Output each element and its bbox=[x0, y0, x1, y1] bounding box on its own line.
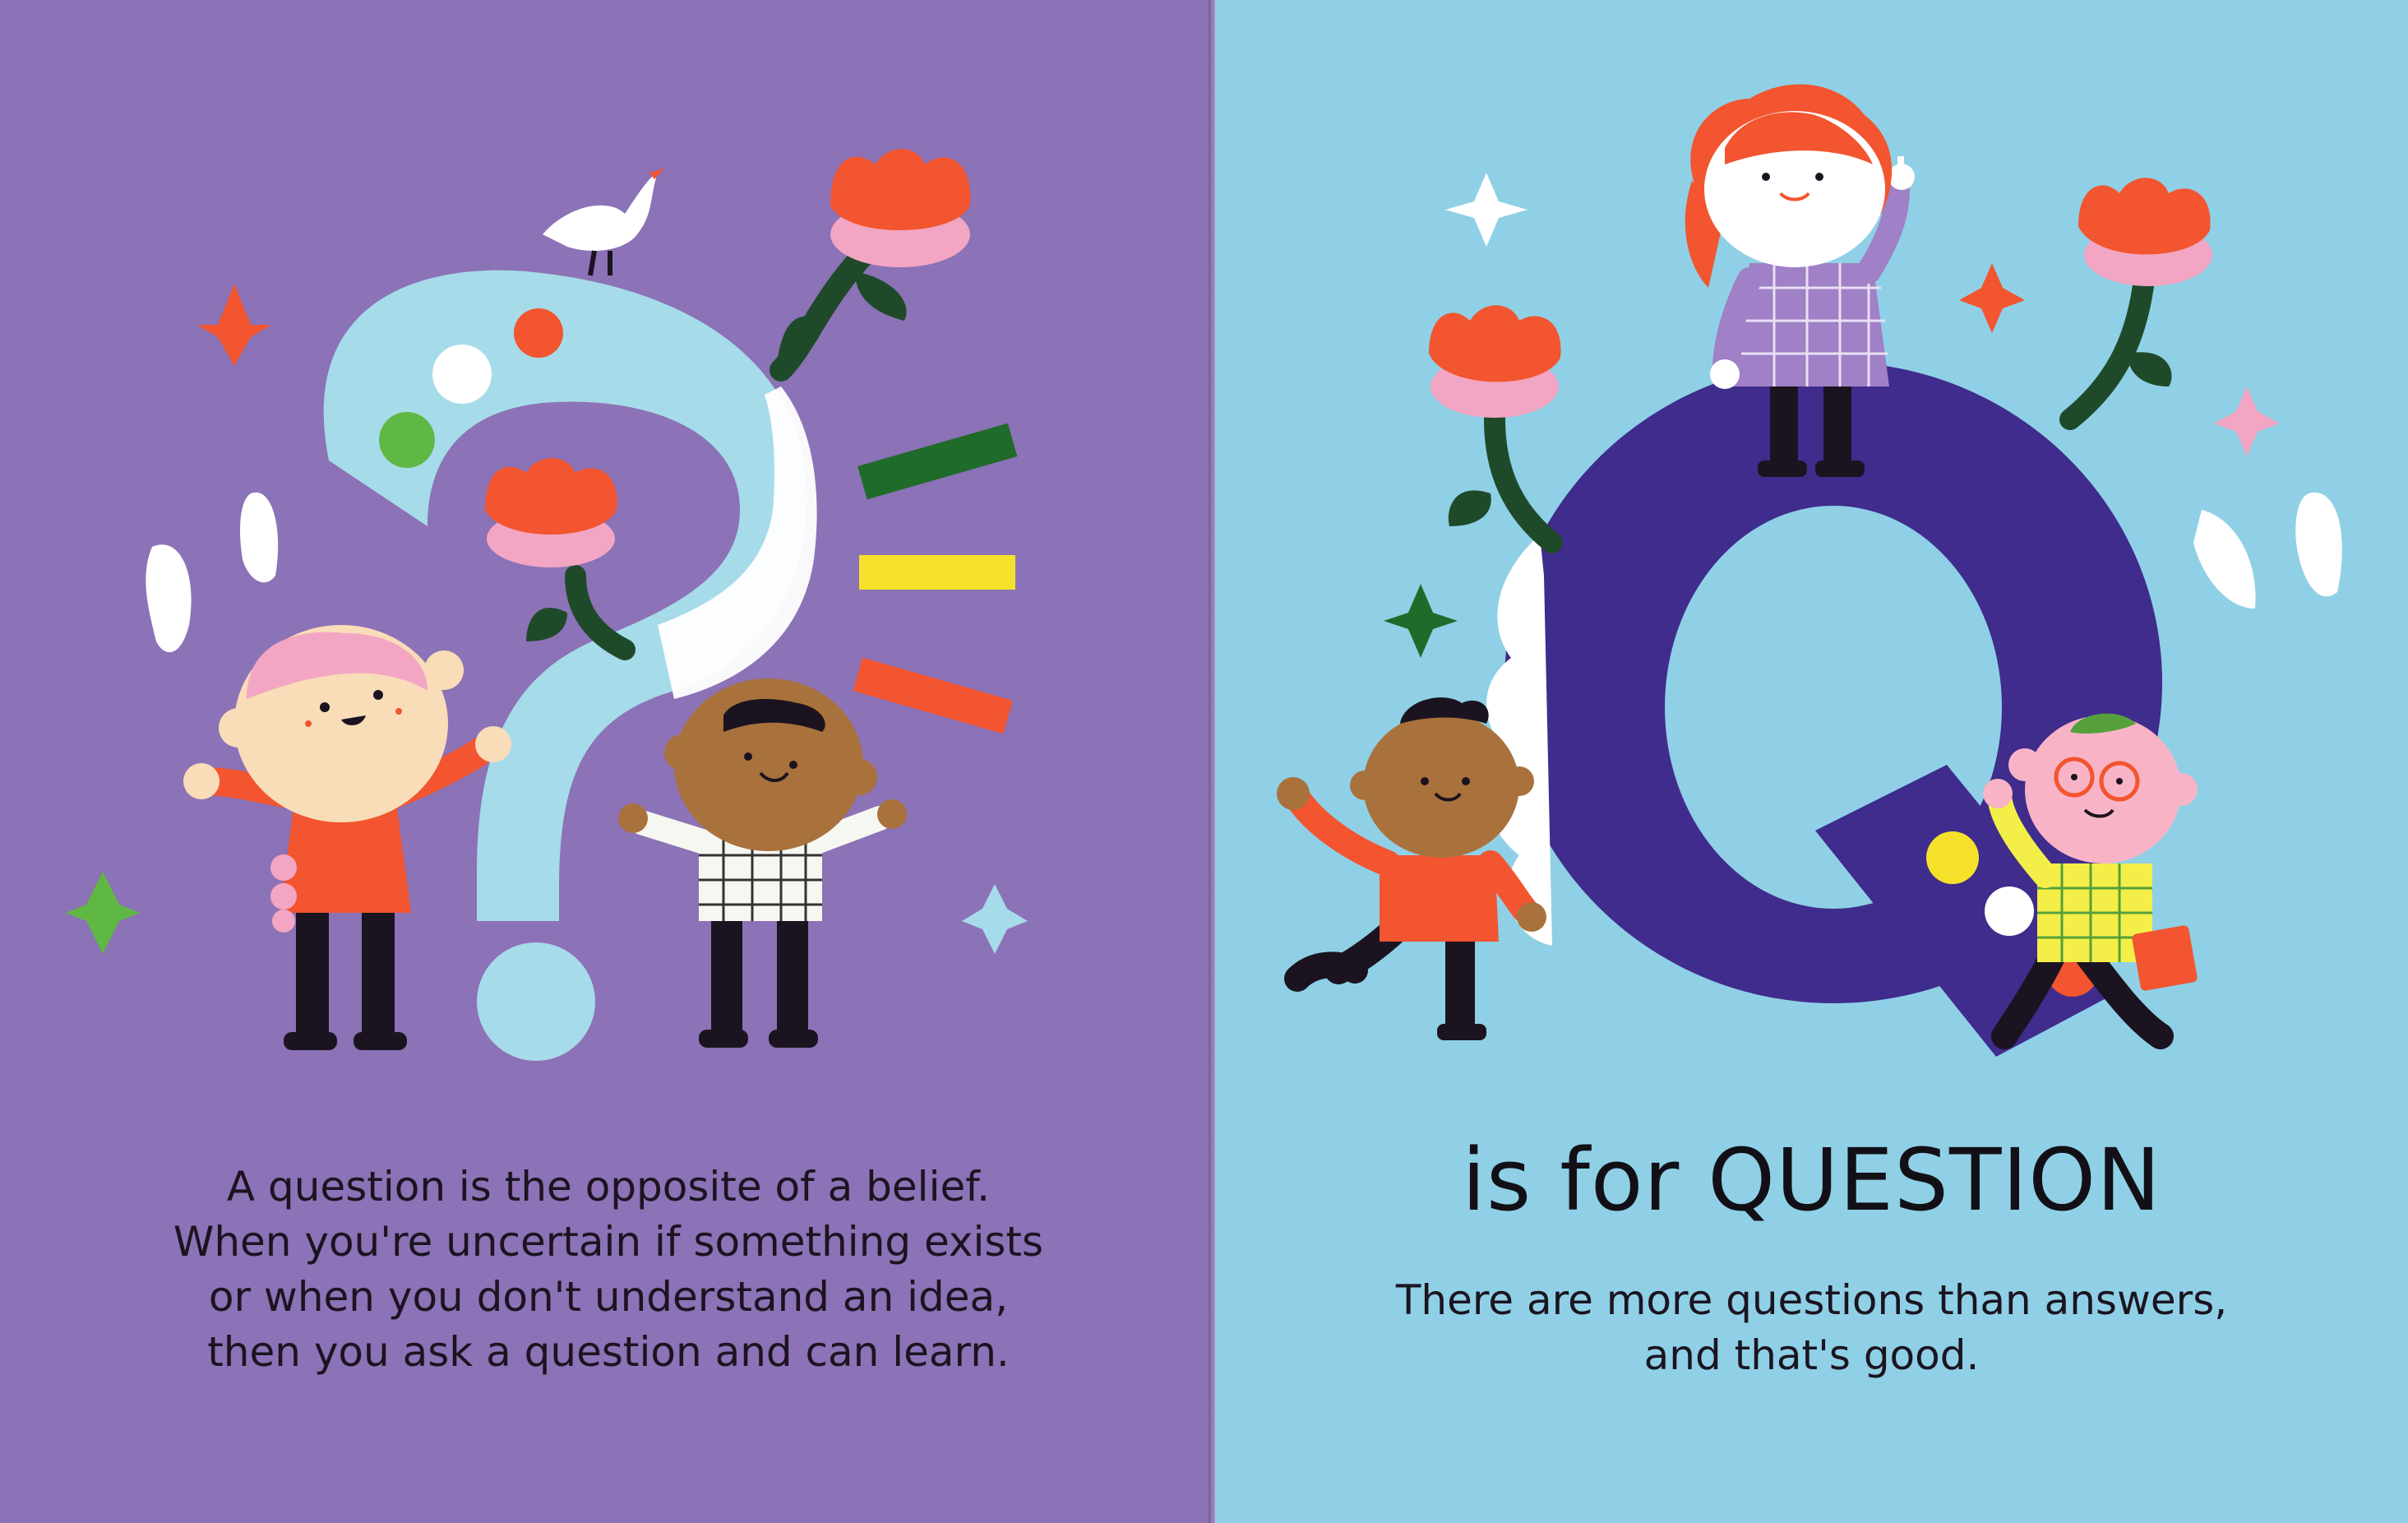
left-page-body: A question is the opposite of a belief. … bbox=[99, 1160, 1118, 1380]
body-line: A question is the opposite of a belief. bbox=[226, 1163, 991, 1211]
book-icon bbox=[2132, 925, 2198, 991]
body-line: and that's good. bbox=[1643, 1331, 1980, 1379]
right-page: is for QUESTION There are more questions… bbox=[1215, 0, 2408, 1523]
left-page: A question is the opposite of a belief. … bbox=[0, 0, 1215, 1523]
body-line: When you're uncertain if something exist… bbox=[173, 1218, 1044, 1266]
body-line: There are more questions than answers, bbox=[1395, 1276, 2228, 1324]
book-spread: A question is the opposite of a belief. … bbox=[0, 0, 2408, 1523]
body-line: then you ask a question and can learn. bbox=[207, 1328, 1010, 1376]
body-line: or when you don't understand an idea, bbox=[208, 1273, 1009, 1321]
page-heading: is for QUESTION bbox=[1462, 1130, 2161, 1230]
right-page-body: There are more questions than answers, a… bbox=[1215, 1273, 2408, 1383]
